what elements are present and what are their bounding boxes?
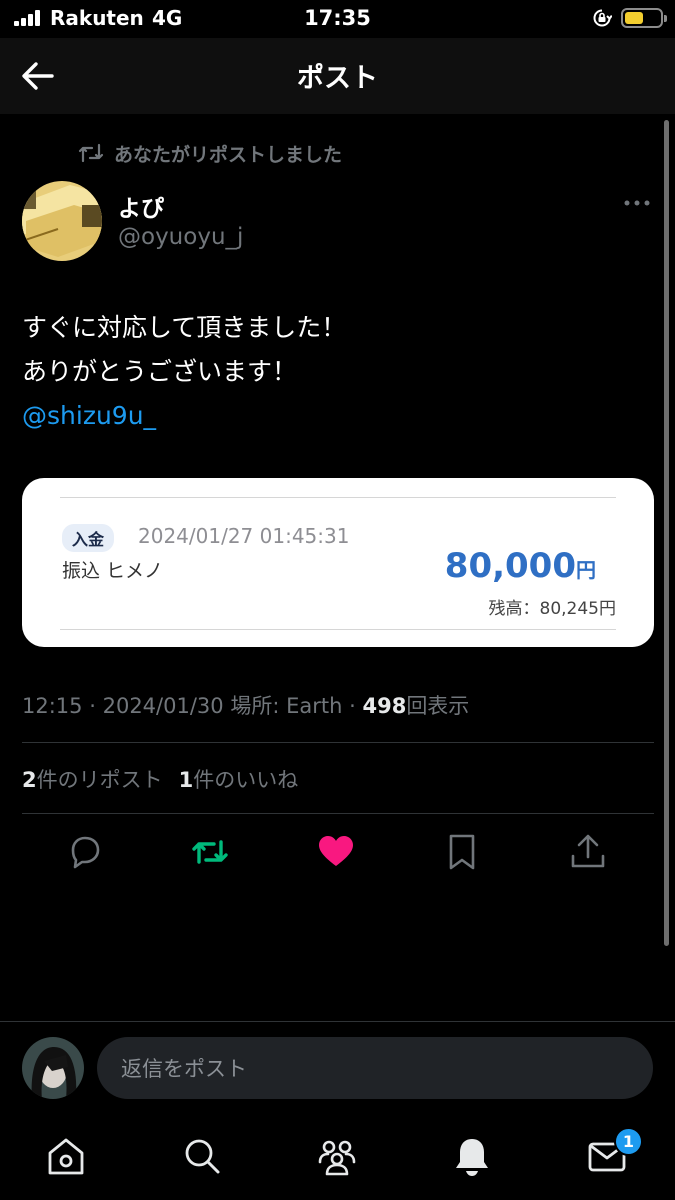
author-display-name[interactable]: よぴ	[118, 189, 164, 223]
image-clipped-text	[498, 478, 618, 485]
post-text-line: ありがとうございます！	[22, 357, 298, 386]
reply-composer: 返信をポスト	[0, 1021, 675, 1113]
transaction-description: 振込 ヒメノ	[62, 560, 164, 582]
reposts-stat[interactable]: 2件のリポスト	[22, 768, 163, 792]
page-title: ポスト	[297, 63, 378, 94]
repost-small-icon	[78, 143, 104, 163]
image-divider	[60, 629, 616, 630]
bookmark-icon[interactable]	[442, 832, 482, 872]
account-balance: 残高：80,245円	[488, 599, 616, 619]
repost-icon[interactable]	[190, 832, 230, 872]
views-label: 回表示	[406, 694, 470, 718]
author-handle[interactable]: @oyuoyu_j	[118, 224, 243, 250]
reposts-count: 2	[22, 768, 37, 792]
divider	[22, 742, 654, 743]
battery-icon	[621, 8, 667, 28]
meta-separator: ·	[349, 694, 356, 718]
deposit-badge: 入金	[62, 524, 115, 552]
author-avatar[interactable]	[22, 181, 102, 261]
notifications-icon[interactable]	[452, 1135, 492, 1177]
transaction-datetime: 2024/01/27 01:45:31	[138, 524, 350, 548]
share-icon[interactable]	[568, 832, 608, 872]
mention-link[interactable]: @shizu9u_	[22, 394, 346, 438]
home-icon[interactable]	[46, 1135, 86, 1177]
divider	[22, 813, 654, 814]
reply-placeholder: 返信をポスト	[121, 1057, 247, 1081]
post-body: すぐに対応して頂きました！ ありがとうございます！ @shizu9u_	[22, 306, 346, 438]
post-stats: 2件のリポスト 1件のいいね	[22, 764, 298, 794]
likes-count: 1	[178, 768, 194, 792]
post-time[interactable]: 12:15	[22, 694, 83, 718]
amount-unit: 円	[576, 558, 596, 582]
search-icon[interactable]	[182, 1135, 222, 1177]
like-icon[interactable]	[316, 832, 356, 872]
likes-stat[interactable]: 1件のいいね	[179, 768, 299, 792]
transaction-amount: 80,000円	[445, 546, 596, 586]
status-bar: Rakuten 4G 17:35	[0, 0, 675, 38]
image-divider	[60, 497, 616, 498]
reply-input[interactable]: 返信をポスト	[97, 1037, 653, 1099]
reply-icon[interactable]	[65, 832, 105, 872]
repost-context: あなたがリポストしました	[78, 138, 342, 168]
rotation-lock-icon	[593, 9, 612, 27]
post-meta: 12:15 · 2024/01/30 場所: Earth · 498回表示	[22, 690, 469, 720]
amount-value: 80,000	[444, 546, 576, 586]
battery-level	[625, 12, 643, 24]
likes-label: 件のいいね	[193, 768, 299, 792]
post-date[interactable]: 2024/01/30	[103, 694, 224, 718]
post-location: 場所: Earth	[230, 694, 343, 718]
post-text-line: すぐに対応して頂きました！	[22, 313, 347, 342]
meta-separator: ·	[89, 694, 96, 718]
communities-icon[interactable]	[317, 1135, 357, 1177]
user-avatar[interactable]	[22, 1037, 84, 1099]
attached-image[interactable]: 入金 2024/01/27 01:45:31 振込 ヒメノ 80,000円 残高…	[22, 478, 654, 647]
clock: 17:35	[304, 6, 371, 30]
scrollbar[interactable]	[664, 120, 669, 946]
repost-context-label: あなたがリポストしました	[114, 143, 343, 166]
top-app-bar: ポスト	[0, 38, 675, 114]
reposts-label: 件のリポスト	[36, 768, 163, 792]
more-options-icon[interactable]	[622, 196, 652, 210]
views-count[interactable]: 498	[362, 694, 406, 718]
messages-badge: 1	[614, 1127, 643, 1156]
